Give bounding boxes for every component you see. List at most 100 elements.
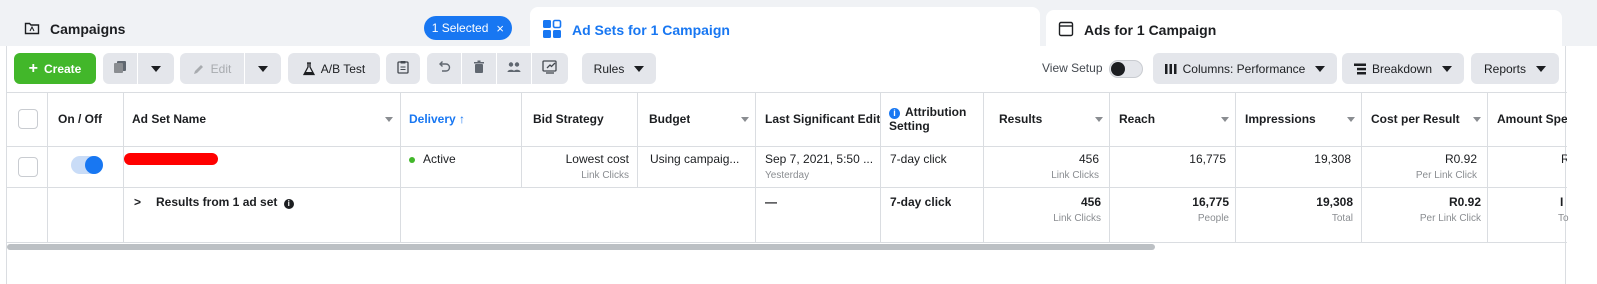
create-button[interactable]: + Create (14, 53, 96, 84)
summary-impressions-sub: Total (1331, 213, 1353, 224)
audience-button[interactable] (497, 53, 531, 84)
tab-adsets-label: Ad Sets for 1 Campaign (572, 22, 730, 38)
edit-button[interactable]: Edit (180, 53, 244, 84)
row-cost-per-result: R0.92 (1444, 152, 1477, 166)
duplicate-button[interactable] (103, 53, 137, 84)
grid-icon (542, 19, 562, 42)
row-last-edit-sub: Yesterday (765, 170, 810, 181)
horizontal-scrollbar[interactable] (7, 244, 1155, 250)
duplicate-icon (113, 60, 127, 77)
export-button[interactable] (532, 53, 568, 84)
undo-button[interactable] (427, 53, 461, 84)
column-menu-icon[interactable] (741, 117, 749, 122)
info-icon: i (283, 199, 294, 209)
row-last-edit: Sep 7, 2021, 5:50 ... (765, 152, 874, 166)
summary-cost-per-result: R0.92 (1448, 195, 1481, 209)
duplicate-dropdown-button[interactable] (138, 53, 174, 84)
header-ad-set-name[interactable]: Ad Set Name (132, 112, 206, 126)
header-cost-per-result[interactable]: Cost per Result (1371, 112, 1460, 126)
pencil-icon (193, 63, 205, 75)
header-last-edit[interactable]: Last Significant Edit (765, 112, 880, 126)
columns-button[interactable]: Columns: Performance (1153, 53, 1337, 84)
summary-reach: 16,775 (1192, 195, 1229, 209)
delete-button[interactable] (462, 53, 496, 84)
selected-count-badge[interactable]: 1 Selected × (423, 16, 512, 40)
header-attribution[interactable]: i Attribution (889, 105, 966, 119)
ad-preview-icon (1058, 21, 1074, 40)
breakdown-button[interactable]: Breakdown (1342, 53, 1464, 84)
summary-label-text: Results from 1 ad set (156, 195, 278, 209)
header-impressions[interactable]: Impressions (1245, 112, 1316, 126)
ad-set-name-redacted[interactable] (124, 153, 218, 165)
row-on-off-toggle[interactable] (71, 156, 103, 174)
tab-campaigns[interactable]: Campaigns 1 Selected × (14, 9, 528, 49)
ab-test-button[interactable]: A/B Test (288, 53, 380, 84)
column-menu-icon[interactable] (1095, 117, 1103, 122)
row-checkbox[interactable] (18, 157, 38, 177)
row-results-sub: Link Clicks (1051, 170, 1099, 181)
summary-results: 456 (1080, 195, 1101, 209)
column-divider (123, 92, 124, 242)
header-on-off[interactable]: On / Off (58, 112, 102, 126)
edit-dropdown-button[interactable] (245, 53, 281, 84)
summary-attribution: 7-day click (890, 195, 952, 209)
row-bid-strategy-sub: Link Clicks (581, 170, 629, 181)
row-budget: Using campaig... (650, 152, 740, 166)
view-setup-label: View Setup (1042, 61, 1103, 75)
header-attribution-line1: Attribution (905, 105, 967, 119)
header-delivery[interactable]: Delivery ↑ (409, 112, 465, 126)
column-menu-icon[interactable] (1473, 117, 1481, 122)
active-status-dot (409, 156, 415, 163)
column-divider (1487, 92, 1488, 242)
info-icon: i (889, 108, 900, 119)
adsets-panel: + Create Edit A/B Test Rules View Setup … (6, 46, 1569, 284)
breakdown-label: Breakdown (1371, 61, 1433, 76)
header-budget[interactable]: Budget (649, 112, 690, 126)
select-all-checkbox[interactable] (18, 109, 38, 129)
create-label: Create (43, 61, 82, 76)
column-menu-icon[interactable] (1221, 117, 1229, 122)
clear-selection-icon[interactable]: × (496, 21, 504, 36)
tab-ads[interactable]: Ads for 1 Campaign (1046, 10, 1562, 50)
sort-ascending-icon: ↑ (459, 112, 466, 126)
adsets-table: On / Off Ad Set Name Delivery ↑ Bid Stra… (7, 92, 1569, 243)
selected-count-label: 1 Selected (431, 21, 489, 35)
header-amount-spent[interactable]: Amount Spen (1497, 112, 1567, 126)
toolbar: + Create Edit A/B Test Rules View Setup … (7, 46, 1567, 92)
column-menu-icon[interactable] (1347, 117, 1355, 122)
row-reach: 16,775 (1189, 152, 1226, 166)
column-menu-icon[interactable] (385, 117, 393, 122)
row-on-off-toggle-knob (85, 156, 103, 174)
folder-icon (24, 20, 40, 39)
chevron-down-icon (151, 65, 161, 72)
reports-button[interactable]: Reports (1471, 53, 1559, 84)
undo-icon (437, 60, 451, 77)
header-bid-strategy[interactable]: Bid Strategy (533, 112, 604, 126)
plus-icon: + (28, 59, 38, 77)
row-results: 456 (1078, 152, 1099, 166)
rules-button[interactable]: Rules (582, 53, 656, 84)
chevron-down-icon (258, 65, 268, 72)
chevron-down-icon (1315, 65, 1326, 72)
column-divider (47, 92, 48, 242)
column-divider (637, 92, 638, 187)
row-amount-spent: R (1561, 152, 1567, 166)
notes-button[interactable] (386, 53, 420, 84)
flask-icon (302, 61, 315, 76)
ab-test-label: A/B Test (320, 61, 366, 76)
header-results[interactable]: Results (999, 112, 1042, 126)
summary-amount-spent: I (1560, 195, 1564, 209)
summary-expand-icon[interactable]: > (134, 195, 141, 209)
rules-label: Rules (593, 61, 625, 76)
row-impressions: 19,308 (1314, 152, 1351, 166)
header-reach[interactable]: Reach (1119, 112, 1155, 126)
tab-campaigns-label: Campaigns (50, 21, 126, 37)
edit-label: Edit (210, 61, 232, 76)
export-icon (542, 60, 558, 77)
row-bid-strategy: Lowest cost (565, 152, 629, 166)
view-setup-toggle[interactable] (1109, 60, 1143, 78)
tab-ads-label: Ads for 1 Campaign (1084, 22, 1217, 38)
columns-icon (1164, 63, 1177, 75)
column-divider (755, 92, 756, 242)
header-divider (7, 146, 1567, 147)
